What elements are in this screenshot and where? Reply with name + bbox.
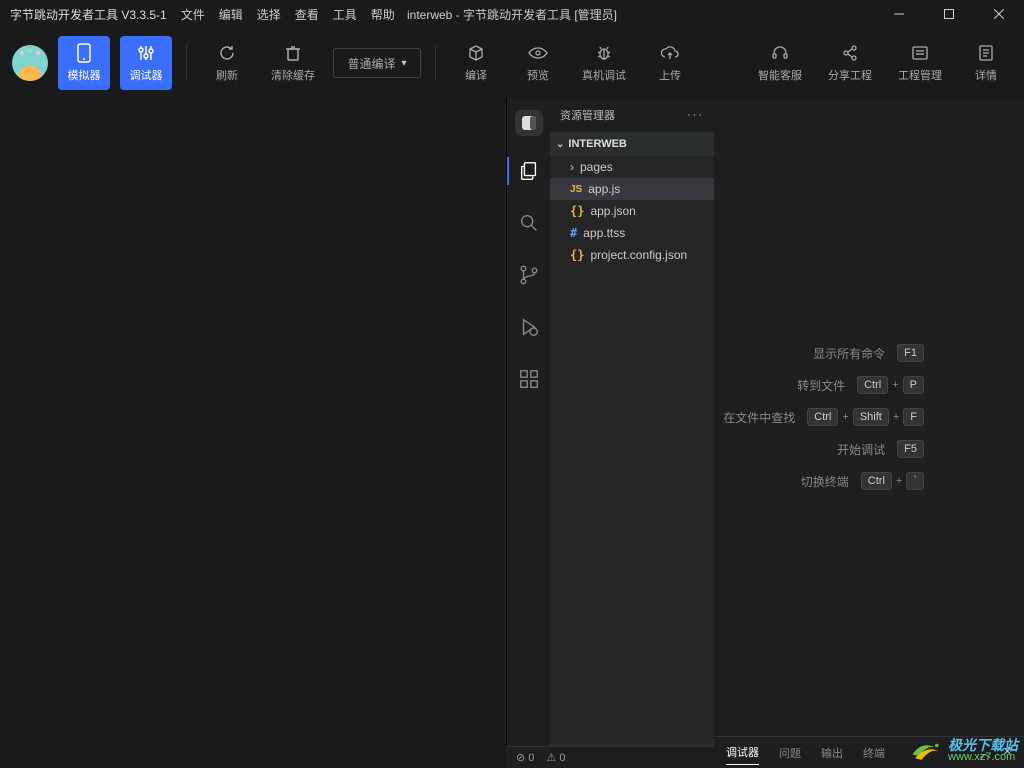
json-icon: {} — [570, 248, 584, 262]
compile-mode-dropdown[interactable]: 普通编译 ▾ — [333, 48, 421, 78]
trash-icon — [283, 43, 303, 63]
panel-tab-problems[interactable]: 问题 — [779, 741, 801, 765]
details-button[interactable]: 详情 — [960, 36, 1012, 90]
activitybar — [506, 98, 550, 768]
hint-toggle-terminal: 切换终端 — [801, 473, 849, 490]
upload-button[interactable]: 上传 — [644, 36, 696, 90]
list-icon — [910, 43, 930, 63]
menu-edit[interactable]: 编辑 — [219, 6, 243, 23]
activity-top-tab[interactable] — [515, 110, 543, 136]
sliders-icon — [136, 43, 156, 63]
remote-debug-button[interactable]: 真机调试 — [574, 36, 634, 90]
menu-file[interactable]: 文件 — [181, 6, 205, 23]
hint-goto-file: 转到文件 — [797, 377, 845, 394]
search-icon — [518, 212, 540, 234]
chevron-right-icon: › — [570, 160, 574, 174]
preview-button[interactable]: 预览 — [512, 36, 564, 90]
file-app-js[interactable]: JS app.js — [550, 178, 714, 200]
activity-debug[interactable] — [507, 310, 551, 344]
headset-icon — [770, 43, 790, 63]
eye-icon — [528, 43, 548, 63]
hint-start-debug: 开始调试 — [837, 441, 885, 458]
menu-view[interactable]: 查看 — [295, 6, 319, 23]
project-root[interactable]: ⌄ INTERWEB — [550, 132, 714, 156]
titlebar: 字节跳动开发者工具 V3.3.5-1 文件 编辑 选择 查看 工具 帮助 int… — [0, 0, 1024, 28]
details-icon — [976, 43, 996, 63]
divider — [186, 45, 187, 81]
file-app-ttss[interactable]: # app.ttss — [550, 222, 714, 244]
simulator-button[interactable]: 模拟器 — [58, 36, 110, 90]
chevron-down-icon: ⌄ — [556, 139, 564, 150]
file-app-json[interactable]: {} app.json — [550, 200, 714, 222]
panel-tab-terminal[interactable]: 终端 — [863, 741, 885, 765]
editor-area: 显示所有命令 F1 转到文件 Ctrl+P 在文件中查找 Ctrl+Shift+… — [714, 98, 1024, 768]
cloud-upload-icon — [660, 43, 680, 63]
menu-select[interactable]: 选择 — [257, 6, 281, 23]
activity-extensions[interactable] — [507, 362, 551, 396]
share-icon — [840, 43, 860, 63]
toolbar: 模拟器 调试器 刷新 清除缓存 普通编译 ▾ 编译 预览 真机调试 上传 智能客… — [0, 28, 1024, 98]
error-count[interactable]: ⊘ 0 — [516, 751, 534, 764]
phone-icon — [74, 43, 94, 63]
activity-search[interactable] — [507, 206, 551, 240]
clear-cache-button[interactable]: 清除缓存 — [263, 36, 323, 90]
main-area: ⊘ 0 ⚠ 0 资源管理器 ··· ⌄ INTERWEB — [0, 98, 1024, 768]
bug-icon — [594, 43, 614, 63]
smart-cs-button[interactable]: 智能客服 — [750, 36, 810, 90]
avatar[interactable] — [12, 45, 48, 81]
watermark-logo-icon — [908, 736, 944, 764]
menu-tools[interactable]: 工具 — [333, 6, 357, 23]
hash-icon: # — [570, 226, 577, 240]
share-project-button[interactable]: 分享工程 — [820, 36, 880, 90]
divider — [435, 45, 436, 81]
hint-show-commands: 显示所有命令 — [813, 345, 885, 362]
close-button[interactable] — [974, 0, 1024, 28]
play-bug-icon — [518, 316, 540, 338]
menu-help[interactable]: 帮助 — [371, 6, 395, 23]
files-icon — [518, 160, 540, 182]
debugger-button[interactable]: 调试器 — [120, 36, 172, 90]
explorer-sidebar: 资源管理器 ··· ⌄ INTERWEB › pages JS app.js {… — [550, 98, 714, 768]
simulator-panel: ⊘ 0 ⚠ 0 — [0, 98, 506, 768]
watermark: 极光下载站 www.xz7.com — [908, 736, 1018, 764]
statusbar: ⊘ 0 ⚠ 0 — [506, 746, 714, 768]
js-icon: JS — [570, 184, 582, 195]
warning-count[interactable]: ⚠ 0 — [546, 751, 565, 764]
panel-tab-output[interactable]: 输出 — [821, 741, 843, 765]
extensions-icon — [518, 368, 540, 390]
more-icon[interactable]: ··· — [687, 109, 704, 121]
file-project-config[interactable]: {} project.config.json — [550, 244, 714, 266]
json-icon: {} — [570, 204, 584, 218]
window-title: interweb - 字节跳动开发者工具 [管理员] — [407, 6, 617, 23]
project-manage-button[interactable]: 工程管理 — [890, 36, 950, 90]
refresh-button[interactable]: 刷新 — [201, 36, 253, 90]
chevron-down-icon: ▾ — [401, 58, 406, 69]
activity-scm[interactable] — [507, 258, 551, 292]
sidebar-header: 资源管理器 ··· — [550, 98, 714, 132]
cube-icon — [466, 43, 486, 63]
compile-button[interactable]: 编译 — [450, 36, 502, 90]
branch-icon — [518, 264, 540, 286]
maximize-button[interactable] — [924, 0, 974, 28]
refresh-icon — [217, 43, 237, 63]
minimize-button[interactable] — [874, 0, 924, 28]
app-version: 字节跳动开发者工具 V3.3.5-1 — [10, 6, 167, 23]
welcome-hints: 显示所有命令 F1 转到文件 Ctrl+P 在文件中查找 Ctrl+Shift+… — [714, 98, 1024, 736]
activity-explorer[interactable] — [507, 154, 551, 188]
panel-tab-debugger[interactable]: 调试器 — [726, 740, 759, 765]
folder-pages[interactable]: › pages — [550, 156, 714, 178]
hint-find-in-files: 在文件中查找 — [723, 409, 795, 426]
